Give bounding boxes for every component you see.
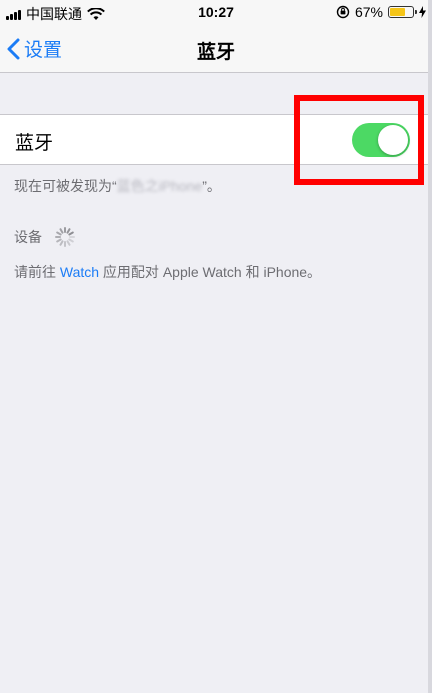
discoverable-note: 现在可被发现为“蓝色之iPhone”。 [14, 176, 221, 196]
status-bar: 中国联通 10:27 67% [0, 0, 432, 26]
spinner-spoke [66, 228, 71, 234]
screen-edge [428, 0, 432, 693]
discoverable-suffix: ”。 [202, 178, 221, 194]
watch-app-link[interactable]: Watch [60, 264, 99, 280]
charging-bolt-icon [419, 6, 426, 18]
watch-pairing-note: 请前往 Watch 应用配对 Apple Watch 和 iPhone。 [14, 262, 321, 282]
devices-header-label: 设备 [14, 229, 42, 245]
watch-note-suffix: 应用配对 Apple Watch 和 iPhone。 [99, 264, 322, 280]
orientation-lock-icon [336, 5, 350, 19]
battery-icon [388, 6, 417, 18]
page-title: 蓝牙 [196, 42, 235, 63]
device-name: 蓝色之iPhone [116, 178, 203, 194]
spinner-spoke [56, 238, 62, 243]
spinner-spoke [66, 240, 71, 246]
battery-percent: 67% [354, 4, 383, 20]
bluetooth-label: 蓝牙 [15, 133, 54, 154]
devices-section-header: 设备 [14, 226, 76, 248]
battery-cap [415, 10, 417, 14]
spinner-spoke [59, 228, 64, 234]
watch-note-prefix: 请前往 [14, 264, 60, 280]
discoverable-prefix: 现在可被发现为“ [14, 178, 117, 194]
spinner-spoke [59, 240, 64, 246]
status-right: 67% [336, 4, 426, 20]
spinner-spoke [68, 238, 74, 243]
navigation-bar: 设置 蓝牙 [0, 26, 432, 73]
loading-spinner-icon [55, 227, 75, 247]
spinner-spoke [68, 231, 74, 236]
highlight-annotation-box [294, 95, 424, 185]
battery-fill [390, 8, 405, 16]
spinner-spoke [56, 231, 62, 236]
